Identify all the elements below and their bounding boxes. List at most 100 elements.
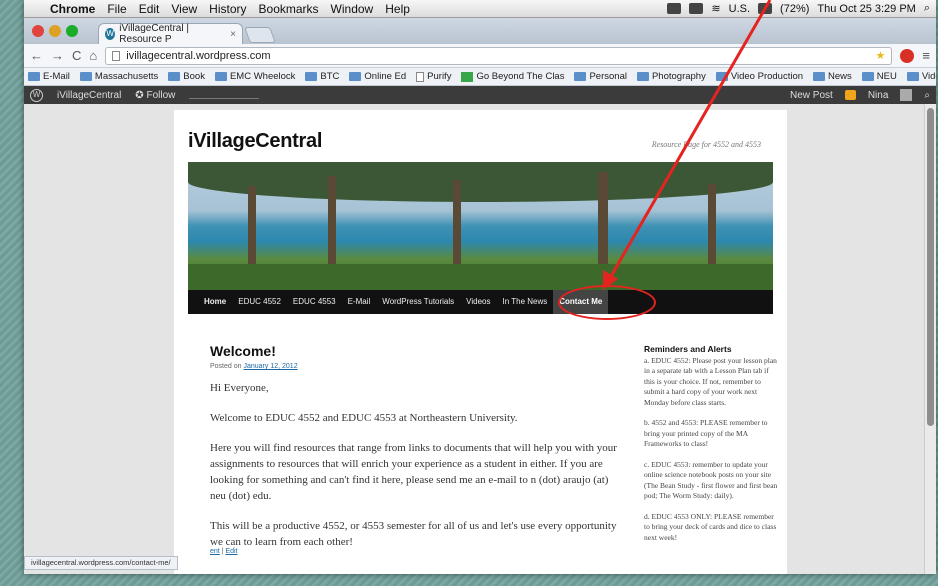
post-date-link[interactable]: January 12, 2012 (243, 363, 297, 370)
bookmark-item[interactable]: Go Beyond The Clas (461, 71, 564, 82)
folder-icon (168, 72, 181, 81)
site-description: Resource Page for 4552 and 4553 (651, 140, 761, 149)
screenshot: Chrome File Edit View History Bookmarks … (24, 0, 936, 574)
annotation-circle (558, 285, 656, 320)
follow-button[interactable]: ✪ Follow (135, 90, 175, 101)
bookmark-favicon-icon (461, 71, 474, 82)
zoom-window-button[interactable] (66, 25, 78, 37)
clock[interactable]: Thu Oct 25 3:29 PM (817, 3, 915, 15)
bookmark-item[interactable]: E-Mail (28, 71, 70, 82)
bookmark-item[interactable]: EMC Wheelock (214, 71, 295, 82)
menu-icon[interactable]: ≡ (922, 48, 930, 63)
header-image (188, 162, 773, 290)
menu-help[interactable]: Help (385, 2, 410, 16)
post-title[interactable]: Welcome! (210, 343, 276, 359)
forward-icon[interactable]: → (51, 48, 64, 63)
new-tab-button[interactable] (244, 27, 276, 43)
post-meta: Posted on January 12, 2012 (210, 363, 298, 370)
nav-in-the-news[interactable]: In The News (496, 290, 553, 314)
site-title[interactable]: iVillageCentral (188, 130, 322, 153)
follow-label: Follow (146, 89, 176, 101)
user-name[interactable]: Nina (868, 90, 889, 101)
vertical-scrollbar[interactable] (924, 104, 936, 574)
back-icon[interactable]: ← (30, 48, 43, 63)
page-viewport: iVillageCentral Resource Page for 4552 a… (24, 104, 924, 574)
reload-icon[interactable]: C (72, 48, 81, 63)
bookmark-item[interactable]: News (813, 71, 852, 82)
spotlight-icon[interactable]: ⌕ (924, 2, 930, 15)
notifications-icon[interactable] (844, 90, 856, 100)
menu-app-name[interactable]: Chrome (50, 2, 95, 16)
menubar-status: ≋ U.S. (72%) Thu Oct 25 3:29 PM ⌕ (667, 2, 930, 15)
search-icon[interactable]: ⌕ (924, 90, 930, 101)
tree-trunk (248, 186, 256, 264)
extension-icon[interactable] (900, 48, 915, 63)
browser-tab[interactable]: W iVillageCentral | Resource P × (98, 23, 243, 45)
minimize-window-button[interactable] (49, 25, 61, 37)
new-post-button[interactable]: New Post (790, 90, 833, 101)
address-bar[interactable]: ivillagecentral.wordpress.com ★ (105, 46, 893, 65)
admin-site-name[interactable]: iVillageCentral (57, 90, 121, 101)
menu-bookmarks[interactable]: Bookmarks (259, 2, 319, 16)
battery-icon[interactable] (758, 3, 773, 14)
main-nav: Home EDUC 4552 EDUC 4553 E-Mail WordPres… (188, 290, 773, 314)
close-tab-icon[interactable]: × (230, 29, 236, 40)
bookmark-item[interactable]: Video Sites (906, 71, 936, 82)
nav-email[interactable]: E-Mail (342, 290, 377, 314)
window-controls (32, 25, 78, 37)
folder-icon (636, 72, 649, 81)
menu-history[interactable]: History (209, 2, 246, 16)
post-footer-link[interactable]: ent (210, 548, 220, 555)
bookmarks-bar: E-Mail Massachusetts Book EMC Wheelock BTC On… (24, 68, 936, 86)
bookmark-label: Book (183, 71, 205, 82)
tab-title: iVillageCentral | Resource P (119, 23, 189, 45)
wifi-icon[interactable]: ≋ (711, 2, 720, 15)
bookmark-item[interactable]: Video Production (715, 71, 803, 82)
admin-bar-right: New Post Nina ⌕ (790, 89, 930, 101)
folder-icon (79, 72, 92, 81)
input-source[interactable]: U.S. (729, 3, 750, 15)
wordpress-logo-icon[interactable]: W (30, 88, 43, 102)
stats-sparkline[interactable] (189, 91, 260, 99)
mac-menubar: Chrome File Edit View History Bookmarks … (24, 0, 936, 18)
nav-educ-4553[interactable]: EDUC 4553 (287, 290, 342, 314)
tab-strip: W iVillageCentral | Resource P × (24, 18, 936, 45)
status-icon[interactable] (667, 3, 682, 14)
nav-educ-4552[interactable]: EDUC 4552 (232, 290, 287, 314)
bookmark-label: Massachusetts (94, 71, 159, 82)
status-icon[interactable] (689, 3, 704, 14)
home-icon[interactable]: ⌂ (89, 48, 97, 63)
edit-link[interactable]: Edit (225, 548, 237, 555)
tree-trunk (328, 176, 336, 264)
bookmark-label: BTC (320, 71, 340, 82)
menu-window[interactable]: Window (331, 2, 374, 16)
bookmark-item[interactable]: NEU (861, 71, 897, 82)
nav-wordpress-tutorials[interactable]: WordPress Tutorials (376, 290, 460, 314)
bookmark-item[interactable]: Purify (416, 71, 451, 82)
tree-trunk (453, 180, 461, 264)
bookmark-item[interactable]: Massachusetts (79, 71, 159, 82)
url-text[interactable]: ivillagecentral.wordpress.com (126, 50, 270, 62)
close-window-button[interactable] (32, 25, 44, 37)
bookmark-item[interactable]: Online Ed (349, 71, 406, 82)
bookmark-item[interactable]: Photography (636, 71, 706, 82)
bookmark-item[interactable]: Book (168, 71, 205, 82)
bookmark-item[interactable]: Personal (574, 71, 627, 82)
bookmark-label: Photography (651, 71, 706, 82)
page-icon (416, 71, 425, 82)
reminder-item: b. 4552 and 4553: PLEASE remember to bri… (644, 418, 768, 448)
bookmark-star-icon[interactable]: ★ (876, 49, 886, 62)
folder-icon (305, 72, 318, 81)
avatar[interactable] (900, 89, 913, 101)
folder-icon (906, 72, 919, 81)
nav-videos[interactable]: Videos (460, 290, 496, 314)
nav-home[interactable]: Home (198, 290, 232, 314)
folder-icon (574, 72, 587, 81)
menu-file[interactable]: File (107, 2, 126, 16)
bookmark-item[interactable]: BTC (305, 71, 339, 82)
scrollbar-thumb[interactable] (927, 108, 934, 426)
link-status-bubble: ivillagecentral.wordpress.com/contact-me… (24, 556, 178, 570)
menu-view[interactable]: View (171, 2, 197, 16)
bookmark-label: Go Beyond The Clas (476, 71, 565, 82)
menu-edit[interactable]: Edit (139, 2, 160, 16)
